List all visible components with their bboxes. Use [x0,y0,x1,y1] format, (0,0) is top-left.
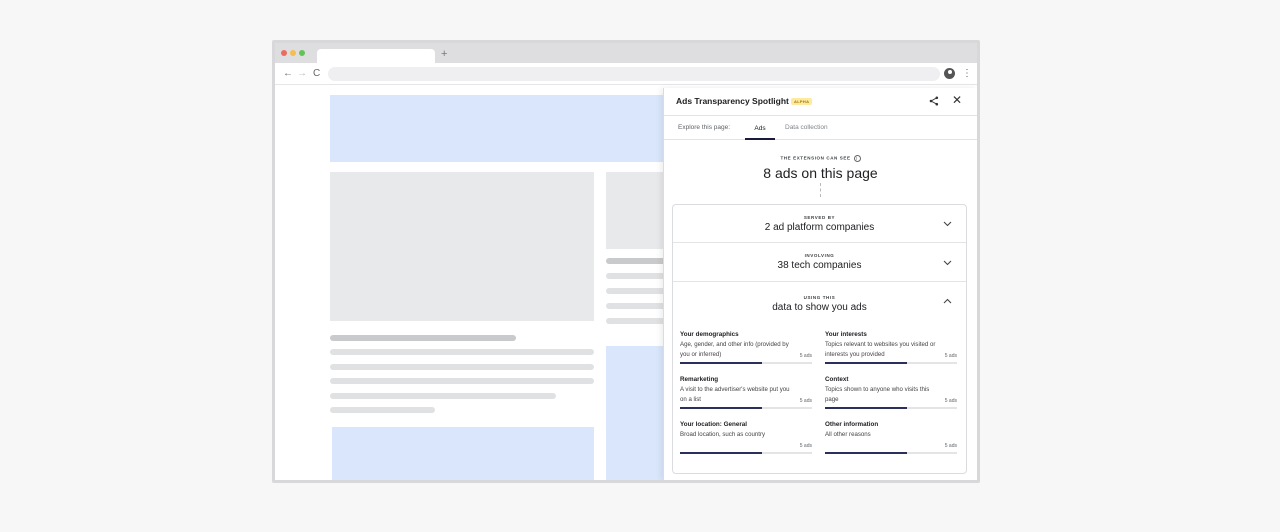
data-type-bar [680,407,812,409]
page-text-line [606,273,666,279]
ads-breakdown-card: SERVED BY 2 ad platform companies INVOLV… [672,204,967,474]
data-type-description: Topics shown to anyone who visits this p… [825,386,930,403]
using-data-section[interactable]: USING THIS data to show you ads [673,282,966,326]
browser-window: + ← → C ⋮ Ads Transparency Spotlight ALP… [272,40,980,483]
section-text: data to show you ads [772,302,867,313]
page-text-line [330,393,556,399]
data-type-title: Other information [825,421,879,428]
connector-line [820,183,821,197]
data-type-description: Topics relevant to websites you visited … [825,341,936,358]
data-type-ads-count: 5 ads [944,353,957,359]
tab-ads[interactable]: Ads [745,119,775,140]
page-text-line [606,258,666,264]
data-type-title: Your location: General [680,421,748,428]
panel-header: Ads Transparency Spotlight ALPHA ✕ [664,88,977,116]
ads-transparency-panel: Ads Transparency Spotlight ALPHA ✕ Explo… [663,88,977,480]
chevron-down-icon[interactable] [943,219,952,229]
browser-tab[interactable] [317,49,435,63]
data-type-description: All other reasons [825,431,871,438]
data-type-description: Broad location, such as country [680,431,766,438]
info-icon[interactable]: i [853,155,861,162]
data-type-ads-count: 5 ads [944,443,957,449]
section-label: INVOLVING [804,253,835,258]
page-text-line [606,303,666,309]
page-text-line [330,364,594,370]
share-icon[interactable] [929,93,939,107]
section-text: 2 ad platform companies [764,222,875,233]
data-type-title: Your interests [825,331,867,338]
page-image-placeholder [330,172,594,321]
tab-data-collection[interactable]: Data collection [785,124,828,131]
alpha-badge: ALPHA [791,98,813,105]
data-type-bar [825,362,957,364]
new-tab-icon[interactable]: + [441,47,447,61]
data-type-ads-count: 5 ads [944,398,957,404]
browser-viewport: + ← → C ⋮ Ads Transparency Spotlight ALP… [275,43,977,480]
browser-toolbar: ← → C ⋮ [275,63,977,85]
chevron-down-icon[interactable] [943,258,952,268]
data-type-description: Age, gender, and other info (provided by… [680,341,789,358]
maximize-window-dot[interactable] [299,50,305,56]
data-type-ads-count: 5 ads [799,443,812,449]
chevron-up-icon[interactable] [943,296,952,306]
tab-strip: + [275,43,977,63]
page-text-line [330,407,435,413]
page-text-line [606,318,666,324]
menu-icon[interactable]: ⋮ [962,67,972,81]
data-type-title: Remarketing [680,376,719,383]
section-label: USING THIS [803,295,836,300]
close-icon[interactable]: ✕ [952,93,962,107]
data-type-item[interactable]: Other information All other reasons 5 ad… [825,421,957,454]
page-text-line [330,349,594,355]
page-card-placeholder [332,427,594,480]
data-type-title: Context [825,376,849,383]
forward-icon[interactable]: → [297,67,307,81]
page-banner-placeholder [330,95,670,162]
page-text-line [606,288,666,294]
section-label: SERVED BY [803,215,836,220]
profile-icon[interactable] [944,68,955,79]
data-type-bar [680,452,812,454]
summary-label: THE EXTENSION CAN SEE [780,155,851,161]
data-type-item[interactable]: Remarketing A visit to the advertiser's … [680,376,812,409]
involving-section[interactable]: INVOLVING 38 tech companies [673,243,966,282]
back-icon[interactable]: ← [283,67,293,81]
data-type-bar [825,407,957,409]
data-type-ads-count: 5 ads [799,398,812,404]
data-type-item[interactable]: Your interests Topics relevant to websit… [825,331,957,364]
reload-icon[interactable]: C [313,67,320,81]
minimize-window-dot[interactable] [290,50,296,56]
data-type-bar [825,452,957,454]
data-type-item[interactable]: Context Topics shown to anyone who visit… [825,376,957,409]
data-type-item[interactable]: Your location: General Broad location, s… [680,421,812,454]
page-text-line [330,378,594,384]
data-type-title: Your demographics [680,331,739,338]
data-type-ads-count: 5 ads [799,353,812,359]
ads-count: 8 ads on this page [763,165,878,181]
page-text-line [330,335,516,341]
panel-tabs: Explore this page: Ads Data collection [664,116,977,140]
data-type-bar [680,362,812,364]
data-type-item[interactable]: Your demographics Age, gender, and other… [680,331,812,364]
explore-label: Explore this page: [678,124,731,131]
section-text: 38 tech companies [777,260,862,271]
panel-title: Ads Transparency Spotlight [676,96,789,106]
address-bar[interactable] [328,67,940,81]
ads-summary: THE EXTENSION CAN SEE i 8 ads on this pag… [664,140,977,197]
data-type-description: A visit to the advertiser's website put … [680,386,790,403]
served-by-section[interactable]: SERVED BY 2 ad platform companies [673,205,966,243]
close-window-dot[interactable] [281,50,287,56]
